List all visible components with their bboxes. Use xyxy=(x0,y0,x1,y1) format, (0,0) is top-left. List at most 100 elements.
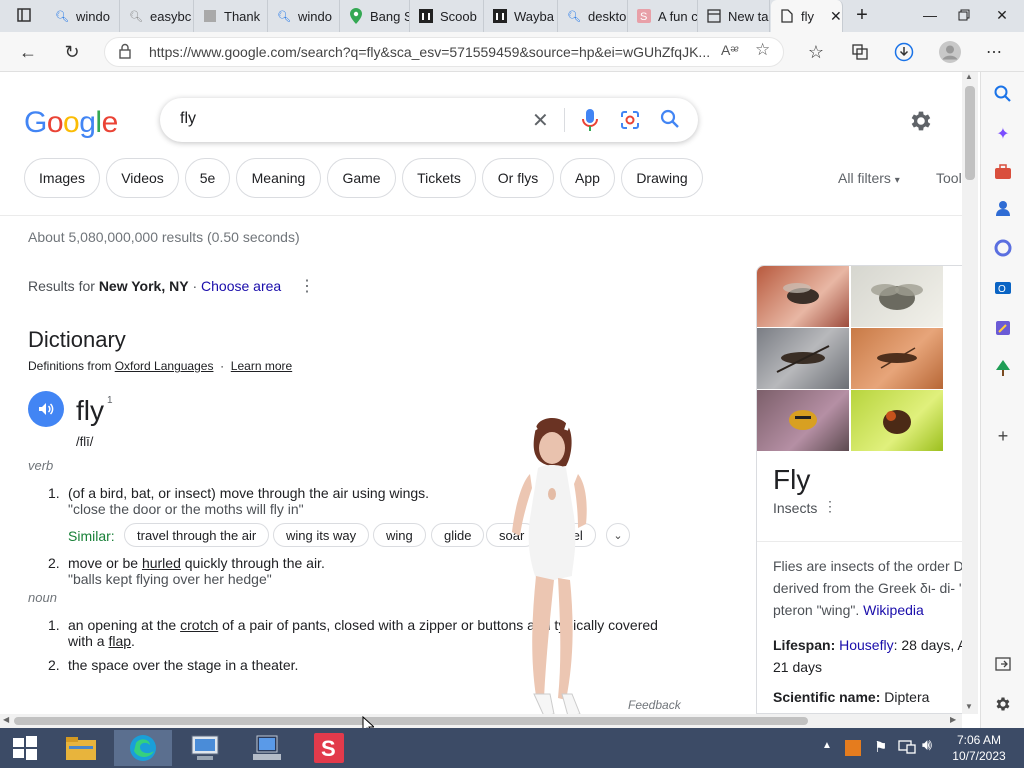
chip-app[interactable]: App xyxy=(560,158,615,198)
sidebar-search-icon[interactable] xyxy=(991,82,1015,106)
chip-game[interactable]: Game xyxy=(327,158,396,198)
desktop-mascot-figure[interactable] xyxy=(500,410,618,730)
lock-icon[interactable] xyxy=(119,43,131,64)
monitor-app-icon[interactable] xyxy=(176,730,234,766)
chip-or-flys[interactable]: Or flys xyxy=(482,158,554,198)
lens-icon[interactable] xyxy=(620,110,640,135)
crotch-link[interactable]: crotch xyxy=(180,617,218,633)
chip-videos[interactable]: Videos xyxy=(106,158,179,198)
flap-link[interactable]: flap xyxy=(108,633,131,649)
close-window-icon[interactable]: ✕ xyxy=(984,0,1020,30)
tab-actions-icon[interactable] xyxy=(6,0,42,30)
hide-sidebar-icon[interactable] xyxy=(991,652,1015,676)
file-explorer-icon[interactable] xyxy=(52,730,110,766)
similar-chip[interactable]: wing xyxy=(373,523,426,547)
add-sidebar-icon[interactable]: + xyxy=(991,424,1015,448)
fly-image[interactable] xyxy=(851,266,943,327)
voice-search-icon[interactable] xyxy=(582,108,598,137)
favorite-add-icon[interactable]: ☆ xyxy=(755,40,770,60)
browser-tab[interactable]: S A fun c xyxy=(628,0,698,32)
show-hidden-icons[interactable]: ▲ xyxy=(822,740,832,751)
start-button[interactable] xyxy=(0,730,50,766)
more-options-icon[interactable]: ⋮ xyxy=(299,276,315,296)
similar-chip[interactable]: glide xyxy=(431,523,485,547)
browser-tab[interactable]: 🔍︎ deskto xyxy=(558,0,628,32)
clear-icon[interactable]: ✕ xyxy=(532,108,549,133)
fly-image[interactable] xyxy=(757,328,849,389)
fly-image[interactable] xyxy=(757,266,849,327)
copilot-icon[interactable]: ✦ xyxy=(991,122,1015,146)
browser-tab[interactable]: 🔍︎ windo xyxy=(46,0,120,32)
search-icon[interactable] xyxy=(660,109,680,134)
chip-drawing[interactable]: Drawing xyxy=(621,158,703,198)
vertical-scrollbar[interactable]: ▲ ▼ xyxy=(962,72,978,714)
collections-icon[interactable] xyxy=(844,36,876,68)
network-icon[interactable] xyxy=(898,739,916,760)
maximize-icon[interactable] xyxy=(946,0,982,30)
chip-meaning[interactable]: Meaning xyxy=(236,158,321,198)
fly-image[interactable] xyxy=(757,390,849,451)
action-center-flag-icon[interactable]: ⚑ xyxy=(874,738,887,756)
profile-avatar[interactable] xyxy=(934,36,966,68)
all-filters-button[interactable]: All filters ▾ xyxy=(838,170,900,186)
kp-more-icon[interactable]: ⋮ xyxy=(823,498,837,515)
horizontal-scrollbar[interactable]: ◀ ▶ xyxy=(0,714,962,728)
microsoft365-icon[interactable] xyxy=(991,236,1015,260)
tray-app-icon[interactable] xyxy=(845,740,861,761)
games-icon[interactable] xyxy=(991,196,1015,220)
new-tab-icon[interactable]: + xyxy=(844,0,880,30)
hurled-link[interactable]: hurled xyxy=(142,555,181,571)
volume-icon[interactable]: 🔊︎ xyxy=(922,737,932,755)
browser-tab[interactable]: Scoob xyxy=(410,0,484,32)
browser-tab[interactable]: 🔍︎ windo xyxy=(268,0,340,32)
back-icon[interactable]: ← xyxy=(12,36,44,68)
favorites-icon[interactable]: ☆ xyxy=(800,36,832,68)
housefly-link[interactable]: Housefly xyxy=(839,637,893,653)
fly-image[interactable] xyxy=(851,390,943,451)
similar-chip[interactable]: wing its way xyxy=(273,523,370,547)
oxford-link[interactable]: Oxford Languages xyxy=(115,359,214,373)
read-aloud-icon[interactable]: Aᵆ xyxy=(721,42,739,58)
similar-chip[interactable]: travel through the air xyxy=(124,523,270,547)
more-icon[interactable]: ⋯ xyxy=(978,36,1010,68)
settings-gear-icon[interactable] xyxy=(908,108,934,139)
minimize-icon[interactable]: — xyxy=(912,0,948,30)
address-bar[interactable]: https://www.google.com/search?q=fly&sca_… xyxy=(104,37,784,67)
tools-button[interactable]: Tool xyxy=(936,170,962,186)
browser-tab[interactable]: New ta xyxy=(698,0,770,32)
chip-tickets[interactable]: Tickets xyxy=(402,158,476,198)
clock-time[interactable]: 7:06 AM xyxy=(954,733,1004,747)
scroll-down-icon[interactable]: ▼ xyxy=(965,702,973,711)
h-scroll-thumb[interactable] xyxy=(14,717,808,725)
outlook-icon[interactable]: O xyxy=(991,276,1015,300)
designer-icon[interactable] xyxy=(991,316,1015,340)
choose-area-link[interactable]: Choose area xyxy=(201,278,281,294)
s-app-icon[interactable]: S xyxy=(300,730,358,766)
scroll-thumb[interactable] xyxy=(965,86,975,180)
browser-tab[interactable]: Bang S xyxy=(340,0,410,32)
computer-app-icon[interactable] xyxy=(238,730,296,766)
wikipedia-link[interactable]: Wikipedia xyxy=(863,602,924,618)
scroll-right-icon[interactable]: ▶ xyxy=(950,715,956,724)
scroll-up-icon[interactable]: ▲ xyxy=(965,72,973,81)
refresh-icon[interactable]: ↻ xyxy=(56,36,88,68)
clock-date[interactable]: 10/7/2023 xyxy=(950,749,1008,763)
pronounce-speaker-icon[interactable] xyxy=(28,391,64,427)
chip-5e[interactable]: 5e xyxy=(185,158,230,198)
scroll-left-icon[interactable]: ◀ xyxy=(3,715,9,724)
browser-tab[interactable]: Thank xyxy=(194,0,268,32)
browser-tab[interactable]: Wayba xyxy=(484,0,558,32)
search-box[interactable]: fly ✕ xyxy=(160,98,698,142)
browser-tab-active[interactable]: fly ✕ xyxy=(771,0,843,32)
chip-images[interactable]: Images xyxy=(24,158,100,198)
sidebar-settings-icon[interactable] xyxy=(991,692,1015,716)
google-logo[interactable]: Google xyxy=(24,106,118,140)
downloads-icon[interactable] xyxy=(888,36,920,68)
fly-image[interactable] xyxy=(851,328,943,389)
search-input[interactable]: fly xyxy=(180,110,196,128)
learn-more-link[interactable]: Learn more xyxy=(231,359,292,373)
browser-tab[interactable]: 🔍︎ easybc xyxy=(120,0,194,32)
tree-icon[interactable] xyxy=(991,356,1015,380)
tools-icon[interactable] xyxy=(991,160,1015,184)
close-tab-icon[interactable]: ✕ xyxy=(830,8,842,25)
